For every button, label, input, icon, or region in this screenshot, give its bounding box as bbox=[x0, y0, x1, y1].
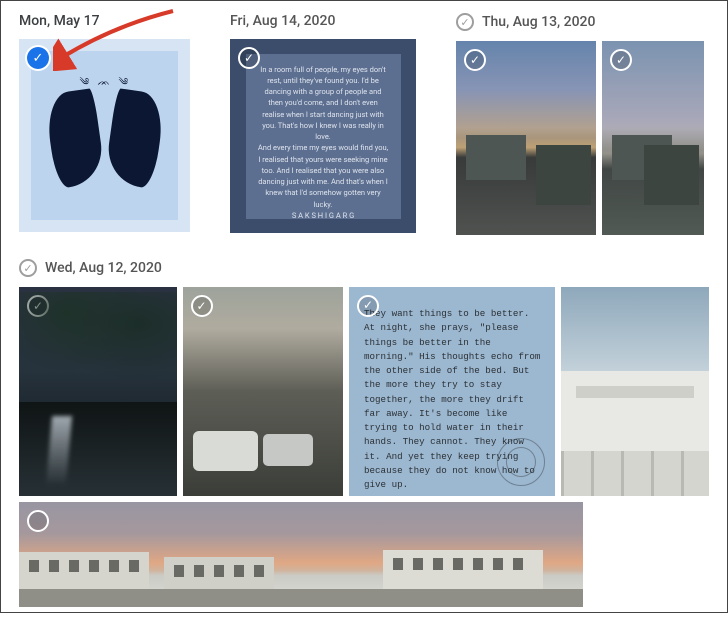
trees-graphic bbox=[19, 292, 177, 397]
photo-thumbnail-sunset2[interactable] bbox=[602, 41, 704, 235]
road-graphic bbox=[19, 402, 177, 496]
selection-checkmark-icon[interactable] bbox=[357, 295, 379, 317]
date-text: Thu, Aug 13, 2020 bbox=[482, 14, 595, 30]
date-header-aug13[interactable]: Thu, Aug 13, 2020 bbox=[456, 13, 704, 31]
date-text: Fri, Aug 14, 2020 bbox=[230, 13, 335, 29]
buildings-graphic bbox=[19, 552, 583, 607]
date-text: Mon, May 17 bbox=[19, 13, 100, 29]
date-group-may17: Mon, May 17 ༄ ᨏ ༄ bbox=[19, 13, 190, 235]
wall-graphic bbox=[561, 371, 709, 496]
photo-thumbnail-quote2[interactable]: They want things to be better. At night,… bbox=[349, 287, 555, 496]
date-text: Wed, Aug 12, 2020 bbox=[45, 260, 162, 276]
quote-author: S A K S H I G A R G bbox=[258, 210, 389, 221]
selection-checkmark-icon[interactable] bbox=[27, 510, 49, 532]
selection-checkmark-icon[interactable] bbox=[610, 49, 632, 71]
date-group-aug14: Fri, Aug 14, 2020 In a room full of peop… bbox=[230, 13, 416, 235]
selection-checkmark-icon[interactable] bbox=[238, 47, 260, 69]
photo-row-aug12-b bbox=[19, 502, 709, 607]
cars-graphic bbox=[193, 431, 258, 471]
selection-checkmark-icon[interactable] bbox=[191, 295, 213, 317]
quote-card: In a room full of people, my eyes don't … bbox=[246, 54, 401, 219]
quote-paragraph: In a room full of people, my eyes don't … bbox=[258, 64, 389, 143]
photo-thumbnail-building[interactable] bbox=[561, 287, 709, 496]
photo-grid: Mon, May 17 ༄ ᨏ ༄ Fri, Aug 14, 2020 In a… bbox=[1, 1, 727, 619]
photo-thumbnail-sunset1[interactable] bbox=[456, 41, 596, 235]
photo-thumbnail-quote1[interactable]: In a room full of people, my eyes don't … bbox=[230, 39, 416, 233]
date-row-1: Mon, May 17 ༄ ᨏ ༄ Fri, Aug 14, 2020 In a… bbox=[19, 13, 709, 235]
date-group-aug13: Thu, Aug 13, 2020 bbox=[456, 13, 704, 235]
birds-graphic: ༄ ᨏ ༄ bbox=[80, 71, 132, 99]
photo-row-aug12: They want things to be better. At night,… bbox=[19, 287, 709, 496]
date-header-aug12[interactable]: Wed, Aug 12, 2020 bbox=[19, 259, 709, 277]
select-day-icon[interactable] bbox=[19, 259, 37, 277]
date-header-may17[interactable]: Mon, May 17 bbox=[19, 13, 190, 29]
photo-thumbnail-wings[interactable]: ༄ ᨏ ༄ bbox=[19, 39, 190, 232]
sky-graphic bbox=[561, 287, 709, 375]
building-graphic bbox=[602, 128, 704, 235]
wings-graphic: ༄ ᨏ ༄ bbox=[50, 71, 160, 201]
building-graphic bbox=[456, 128, 596, 235]
selection-checkmark-icon[interactable] bbox=[464, 49, 486, 71]
selection-checkmark-icon[interactable] bbox=[27, 47, 49, 69]
date-header-aug14[interactable]: Fri, Aug 14, 2020 bbox=[230, 13, 416, 29]
photo-thumbnail-street[interactable] bbox=[183, 287, 344, 496]
select-day-icon[interactable] bbox=[456, 13, 474, 31]
photo-thumbnail-panorama[interactable] bbox=[19, 502, 583, 607]
photo-thumbnail-rainynight[interactable] bbox=[19, 287, 177, 496]
quote-paragraph: And every time my eyes would find you, I… bbox=[258, 142, 389, 210]
